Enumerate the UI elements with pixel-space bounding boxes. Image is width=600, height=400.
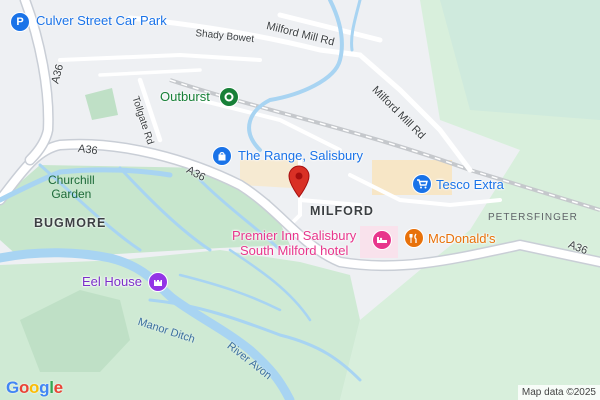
poi-label-premier-inn[interactable]: Premier Inn Salisbury South Milford hote…: [232, 228, 356, 258]
hotel-bed-icon[interactable]: [372, 230, 392, 250]
poi-label-mcdonalds[interactable]: McDonald's: [428, 231, 496, 246]
map-canvas[interactable]: MILFORD BUGMORE PETERSFINGER Churchill G…: [0, 0, 600, 400]
map-attribution[interactable]: Map data ©2025: [517, 385, 600, 400]
castle-icon[interactable]: [148, 272, 168, 292]
location-pin-icon[interactable]: [287, 164, 311, 198]
google-logo: Google: [6, 378, 63, 398]
shopping-cart-icon[interactable]: [412, 174, 432, 194]
poi-label-eel-house[interactable]: Eel House: [82, 274, 142, 289]
logo-letter: o: [29, 378, 40, 397]
park-icon[interactable]: [219, 87, 239, 107]
poi-label-tesco-extra[interactable]: Tesco Extra: [436, 177, 504, 192]
poi-label-outburst[interactable]: Outburst: [160, 89, 210, 104]
park-label-churchill-garden: Churchill Garden: [48, 173, 95, 201]
logo-letter: o: [18, 378, 30, 397]
place-label-bugmore: BUGMORE: [34, 216, 107, 230]
parking-icon[interactable]: P: [10, 12, 30, 32]
shopping-bag-icon[interactable]: [212, 146, 232, 166]
logo-letter: G: [6, 378, 19, 397]
place-label-milford: MILFORD: [310, 204, 374, 218]
place-label-petersfinger: PETERSFINGER: [488, 212, 578, 223]
fork-knife-icon[interactable]: [404, 228, 424, 248]
green-area-park-north: [85, 88, 118, 120]
logo-letter: g: [39, 378, 50, 397]
poi-label-the-range[interactable]: The Range, Salisbury: [238, 148, 363, 163]
road-local-6: [98, 68, 202, 77]
river-north-2: [350, 0, 362, 52]
logo-letter: e: [53, 378, 63, 397]
road-local-1: [58, 52, 262, 62]
poi-label-culver-street-car-park[interactable]: Culver Street Car Park: [36, 13, 167, 28]
road-shield-a36-west: A36: [77, 142, 99, 158]
